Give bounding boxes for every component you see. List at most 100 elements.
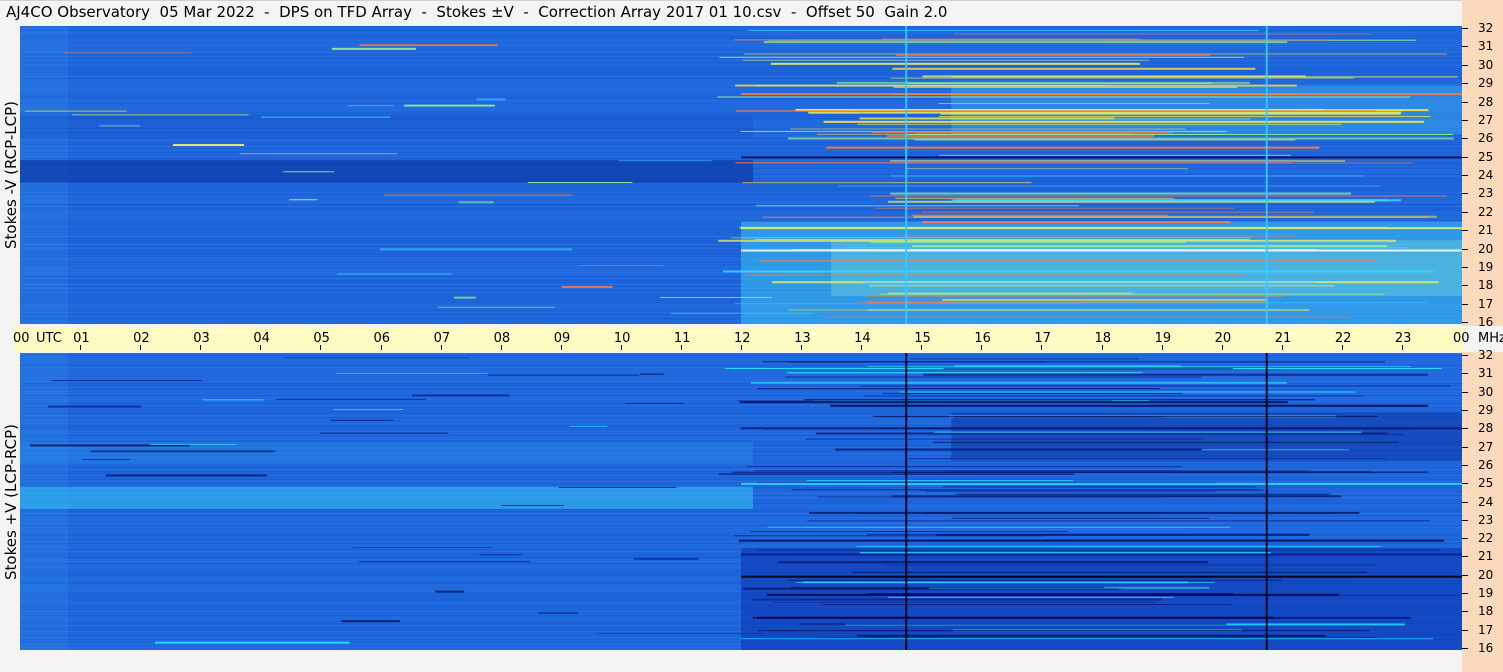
spectrogram-row (20, 152, 1462, 153)
spectrogram-row (20, 198, 1462, 199)
afternoon-glow (831, 240, 1462, 297)
utc-tick-label: UTC (36, 331, 62, 346)
rfi-streak (772, 601, 1155, 603)
spectrogram-row (20, 359, 1462, 360)
utc-tick-label: 04 (253, 331, 270, 346)
rfi-streak (890, 192, 1351, 195)
mhz-tick-mark (1462, 556, 1468, 558)
rfi-streak (826, 146, 1320, 149)
spectrogram-row (20, 28, 1462, 29)
mhz-tick-mark (1462, 373, 1468, 375)
mhz-tick-label: 31 (1478, 366, 1494, 381)
rfi-streak (752, 616, 1411, 619)
rfi-streak (934, 431, 1362, 433)
rfi-line (741, 427, 1462, 430)
mhz-tick-mark (1462, 83, 1468, 85)
mhz-tick-label: 24 (1478, 494, 1494, 509)
rfi-streak (864, 395, 1365, 397)
spectrogram-row (20, 62, 1462, 63)
rfi-streak (660, 296, 772, 298)
rfi-streak (890, 175, 1365, 177)
rfi-streak (756, 549, 1442, 551)
rfi-streak (943, 368, 1233, 370)
rfi-streak (938, 116, 1431, 118)
mhz-tick-label: 22 (1478, 531, 1494, 546)
utc-tick-label: 09 (553, 331, 571, 346)
rfi-streak (671, 312, 812, 314)
spectrogram-row (20, 479, 1462, 480)
rfi-streak (347, 105, 395, 107)
rfi-line (741, 482, 1462, 485)
rfi-streak (887, 292, 1133, 294)
mhz-tick-label: 19 (1478, 586, 1494, 601)
rfi-streak (754, 470, 1309, 472)
rfi-streak (476, 98, 506, 101)
mhz-tick-mark (1462, 391, 1468, 393)
mhz-tick-label: 19 (1478, 259, 1494, 274)
rfi-streak (806, 480, 1074, 482)
rfi-streak (889, 160, 1346, 162)
rfi-streak (155, 641, 350, 644)
top-spectrogram-svg (20, 26, 1462, 324)
rfi-streak (909, 457, 1386, 459)
top-panel-ylabel-text: Stokes -V (RCP-LCP) (2, 101, 20, 249)
mhz-tick-mark (1462, 28, 1468, 29)
mhz-tick-mark (1462, 519, 1468, 521)
rfi-streak (718, 473, 1075, 475)
rfi-streak (359, 44, 498, 47)
rfi-streak (862, 282, 1316, 284)
rfi-streak (770, 62, 1140, 65)
rfi-streak (938, 102, 1210, 104)
spectrogram-row (20, 190, 1462, 191)
rfi-streak (923, 373, 1428, 376)
rfi-streak (787, 579, 1283, 581)
rfi-line (741, 156, 1462, 159)
rfi-streak (359, 561, 530, 563)
rfi-streak (283, 171, 334, 173)
rfi-streak (330, 419, 394, 421)
mhz-tick-mark (1462, 193, 1468, 195)
mhz-tick-label: 23 (1478, 512, 1494, 527)
rfi-streak (731, 237, 1252, 239)
mhz-tick-label: 18 (1478, 604, 1494, 619)
rfi-streak (901, 235, 1297, 237)
spectrogram-row (20, 44, 1462, 45)
rfi-streak (914, 139, 1296, 141)
rfi-streak (899, 391, 1356, 393)
rfi-streak (625, 402, 684, 404)
utc-tick-label: 18 (1094, 331, 1112, 346)
rfi-streak (782, 271, 1401, 273)
rfi-streak (778, 561, 1209, 564)
rfi-streak (500, 505, 564, 507)
bottom-panel-ylabel: Stokes +V (LCP-RCP) (0, 353, 22, 650)
mhz-tick-label: 30 (1478, 384, 1494, 399)
rfi-streak (805, 438, 1204, 440)
mhz-tick-label: 31 (1478, 39, 1494, 54)
spectrogram-row (20, 517, 1462, 518)
spectrogram-row (20, 353, 1462, 354)
rfi-streak (558, 486, 677, 488)
mhz-tick-label: 18 (1478, 278, 1494, 293)
utc-tick-label: 08 (493, 331, 511, 346)
rfi-streak (892, 471, 1428, 473)
spectrogram-row (20, 537, 1462, 538)
mhz-tick-mark (1462, 175, 1468, 176)
rfi-streak (942, 486, 1256, 488)
interference-line (905, 26, 908, 324)
utc-tick-label: 02 (133, 331, 150, 346)
mhz-tick-label: 21 (1478, 549, 1494, 564)
spectrogram-row (20, 519, 1462, 520)
mhz-tick-label: 17 (1478, 622, 1494, 637)
rfi-streak (757, 630, 1370, 632)
utc-tick-label: 20 (1214, 331, 1232, 346)
spectrogram-row (20, 367, 1462, 368)
mhz-tick-mark (1462, 285, 1468, 287)
stokes-minus-v-spectrogram (20, 26, 1462, 324)
rfi-streak (856, 546, 1381, 548)
rfi-streak (739, 401, 1288, 404)
spectrogram-row (20, 218, 1462, 219)
mhz-tick-mark (1462, 464, 1468, 466)
top-panel-ylabel: Stokes -V (RCP-LCP) (0, 26, 22, 324)
mhz-tick-mark (1462, 266, 1468, 268)
rfi-streak (920, 118, 1251, 120)
